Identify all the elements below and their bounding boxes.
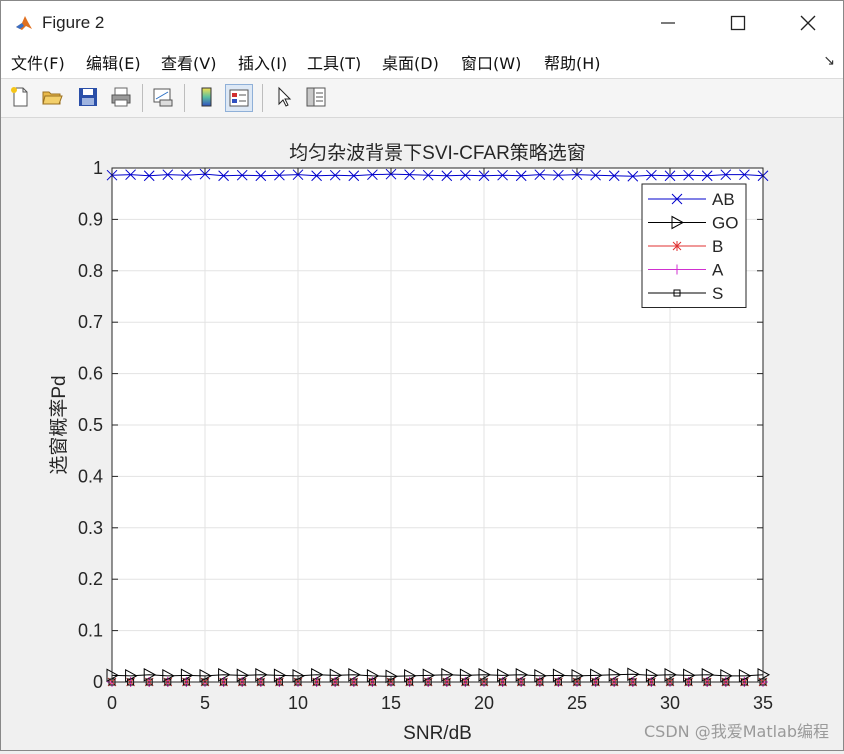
minimize-button[interactable] <box>633 1 703 45</box>
property-editor-icon <box>306 87 326 107</box>
open-file-button[interactable] <box>39 84 65 110</box>
save-icon <box>79 88 97 106</box>
new-figure-icon <box>11 87 28 107</box>
insert-legend-button[interactable] <box>225 84 253 112</box>
x-tick-label: 20 <box>474 693 494 713</box>
minimize-icon <box>661 22 675 24</box>
print-button[interactable] <box>108 84 134 110</box>
maximize-icon <box>730 15 746 31</box>
x-tick-label: 0 <box>107 693 117 713</box>
x-tick-label: 15 <box>381 693 401 713</box>
toolbar-separator <box>184 84 185 112</box>
x-axis-label: SNR/dB <box>403 723 472 744</box>
menu-view[interactable]: 查看(V) <box>161 50 216 74</box>
legend-marker <box>672 241 682 251</box>
figure-canvas: 0 5 10 15 20 25 30 35 0 0.1 0.2 0.3 0.4 0.5 0.6 0.7 0.8 0… <box>1 118 843 750</box>
window-title: Figure 2 <box>42 13 105 32</box>
edit-plot-button[interactable] <box>271 84 297 110</box>
print-icon <box>111 87 131 107</box>
link-plot-icon <box>153 88 173 107</box>
chart-title: 均匀杂波背景下SVI-CFAR策略选窗 <box>289 142 586 164</box>
dock-arrow-icon[interactable]: ↘ <box>823 53 835 69</box>
maximize-button[interactable] <box>703 1 773 45</box>
x-tick-label: 25 <box>567 693 587 713</box>
y-tick-label: 0.1 <box>78 621 103 641</box>
watermark: CSDN @我爱Matlab编程 <box>644 722 829 741</box>
legend-label: GO <box>712 214 738 233</box>
x-tick-label: 5 <box>200 693 210 713</box>
menu-bar: 文件(F) 编辑(E) 查看(V) 插入(I) 工具(T) 桌面(D) 窗口(W… <box>1 45 843 79</box>
y-tick-label: 0.7 <box>78 312 103 332</box>
toolbar-separator <box>142 84 143 112</box>
y-tick-label: 0 <box>93 672 103 692</box>
legend: AB GO BAS <box>641 183 747 308</box>
y-tick-label: 0.6 <box>78 364 103 384</box>
y-tick-label: 0.9 <box>78 209 103 229</box>
close-icon <box>800 15 816 31</box>
figure-window: Figure 2 文件(F) 编辑(E) 查看(V) 插入(I) 工具(T) 桌… <box>0 0 844 751</box>
menu-edit[interactable]: 编辑(E) <box>86 50 141 74</box>
toolbar-separator <box>262 84 263 112</box>
link-plot-button[interactable] <box>150 84 176 110</box>
colorbar-icon <box>201 87 212 107</box>
x-tick-label: 10 <box>288 693 308 713</box>
close-button[interactable] <box>773 1 843 45</box>
legend-label: A <box>712 261 724 280</box>
menu-window[interactable]: 窗口(W) <box>461 50 521 74</box>
y-tick-label: 0.2 <box>78 569 103 589</box>
insert-colorbar-button[interactable] <box>193 84 219 110</box>
legend-label: B <box>712 237 723 256</box>
figure-toolbar <box>1 79 843 118</box>
y-tick-label: 0.5 <box>78 415 103 435</box>
x-tick-label: 30 <box>660 693 680 713</box>
save-button[interactable] <box>75 84 101 110</box>
menu-help[interactable]: 帮助(H) <box>544 50 601 74</box>
y-tick-label: 0.8 <box>78 261 103 281</box>
menu-tools[interactable]: 工具(T) <box>307 50 361 74</box>
legend-label: AB <box>712 190 735 209</box>
menu-insert[interactable]: 插入(I) <box>238 50 287 74</box>
y-tick-label: 0.3 <box>78 518 103 538</box>
property-editor-button[interactable] <box>303 84 329 110</box>
legend-label: S <box>712 284 723 303</box>
new-figure-button[interactable] <box>7 84 33 110</box>
pointer-icon <box>278 86 292 107</box>
y-tick-label: 1 <box>93 158 103 178</box>
matlab-logo-icon <box>14 13 34 33</box>
menu-file[interactable]: 文件(F) <box>11 50 65 74</box>
x-tick-label: 35 <box>753 693 773 713</box>
title-bar[interactable]: Figure 2 <box>1 1 843 45</box>
menu-desktop[interactable]: 桌面(D) <box>382 50 439 74</box>
line-chart[interactable]: 0 5 10 15 20 25 30 35 0 0.1 0.2 0.3 0.4 0.5 0.6 0.7 0.8 0… <box>1 118 843 750</box>
legend-icon <box>229 89 249 107</box>
y-tick-label: 0.4 <box>78 466 103 486</box>
y-axis-label: 选窗概率Pd <box>48 375 70 474</box>
open-folder-icon <box>42 91 63 105</box>
